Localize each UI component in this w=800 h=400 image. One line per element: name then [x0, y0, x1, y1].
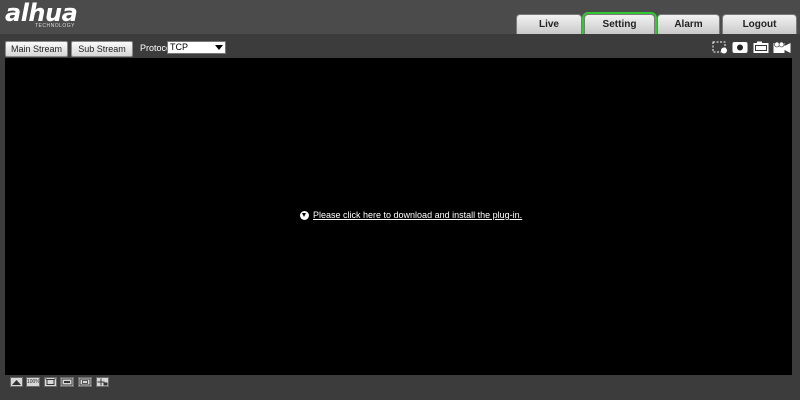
- window-icon[interactable]: [10, 377, 23, 387]
- zoom-100-icon[interactable]: 100%: [26, 377, 40, 387]
- download-icon: [300, 210, 309, 220]
- plugin-download-link[interactable]: Please click here to download and instal…: [300, 210, 522, 220]
- dahua-logo: alhua TECHNOLOGY: [5, 0, 91, 32]
- protocol-select[interactable]: TCP: [167, 41, 226, 54]
- tab-logout[interactable]: Logout: [722, 14, 797, 34]
- full-screen-icon[interactable]: [60, 377, 74, 387]
- protocol-value: TCP: [170, 42, 188, 52]
- ratio-icon[interactable]: [78, 377, 92, 387]
- top-header: alhua TECHNOLOGY Live Setting Alarm Logo…: [0, 0, 800, 36]
- snapshot-icon[interactable]: [732, 41, 748, 54]
- video-record-icon[interactable]: [773, 41, 791, 54]
- main-stream-button[interactable]: Main Stream: [5, 41, 68, 57]
- ptz-icon[interactable]: [96, 377, 109, 387]
- sub-stream-button[interactable]: Sub Stream: [71, 41, 133, 57]
- tab-live[interactable]: Live: [516, 14, 582, 34]
- fit-icon[interactable]: [44, 377, 57, 387]
- plugin-link-text: Please click here to download and instal…: [313, 210, 523, 220]
- video-player-area[interactable]: Please click here to download and instal…: [5, 58, 792, 375]
- stream-toolbar: Main Stream Sub Stream Protocol TCP: [0, 34, 800, 58]
- video-bottom-bar: 100%: [5, 375, 792, 389]
- camera-icon[interactable]: [753, 41, 769, 54]
- logo-subtitle: TECHNOLOGY: [35, 23, 76, 29]
- tab-setting[interactable]: Setting: [582, 12, 657, 36]
- region-select-icon[interactable]: [712, 41, 728, 54]
- chevron-down-icon: [215, 45, 223, 50]
- tab-alarm[interactable]: Alarm: [657, 14, 720, 34]
